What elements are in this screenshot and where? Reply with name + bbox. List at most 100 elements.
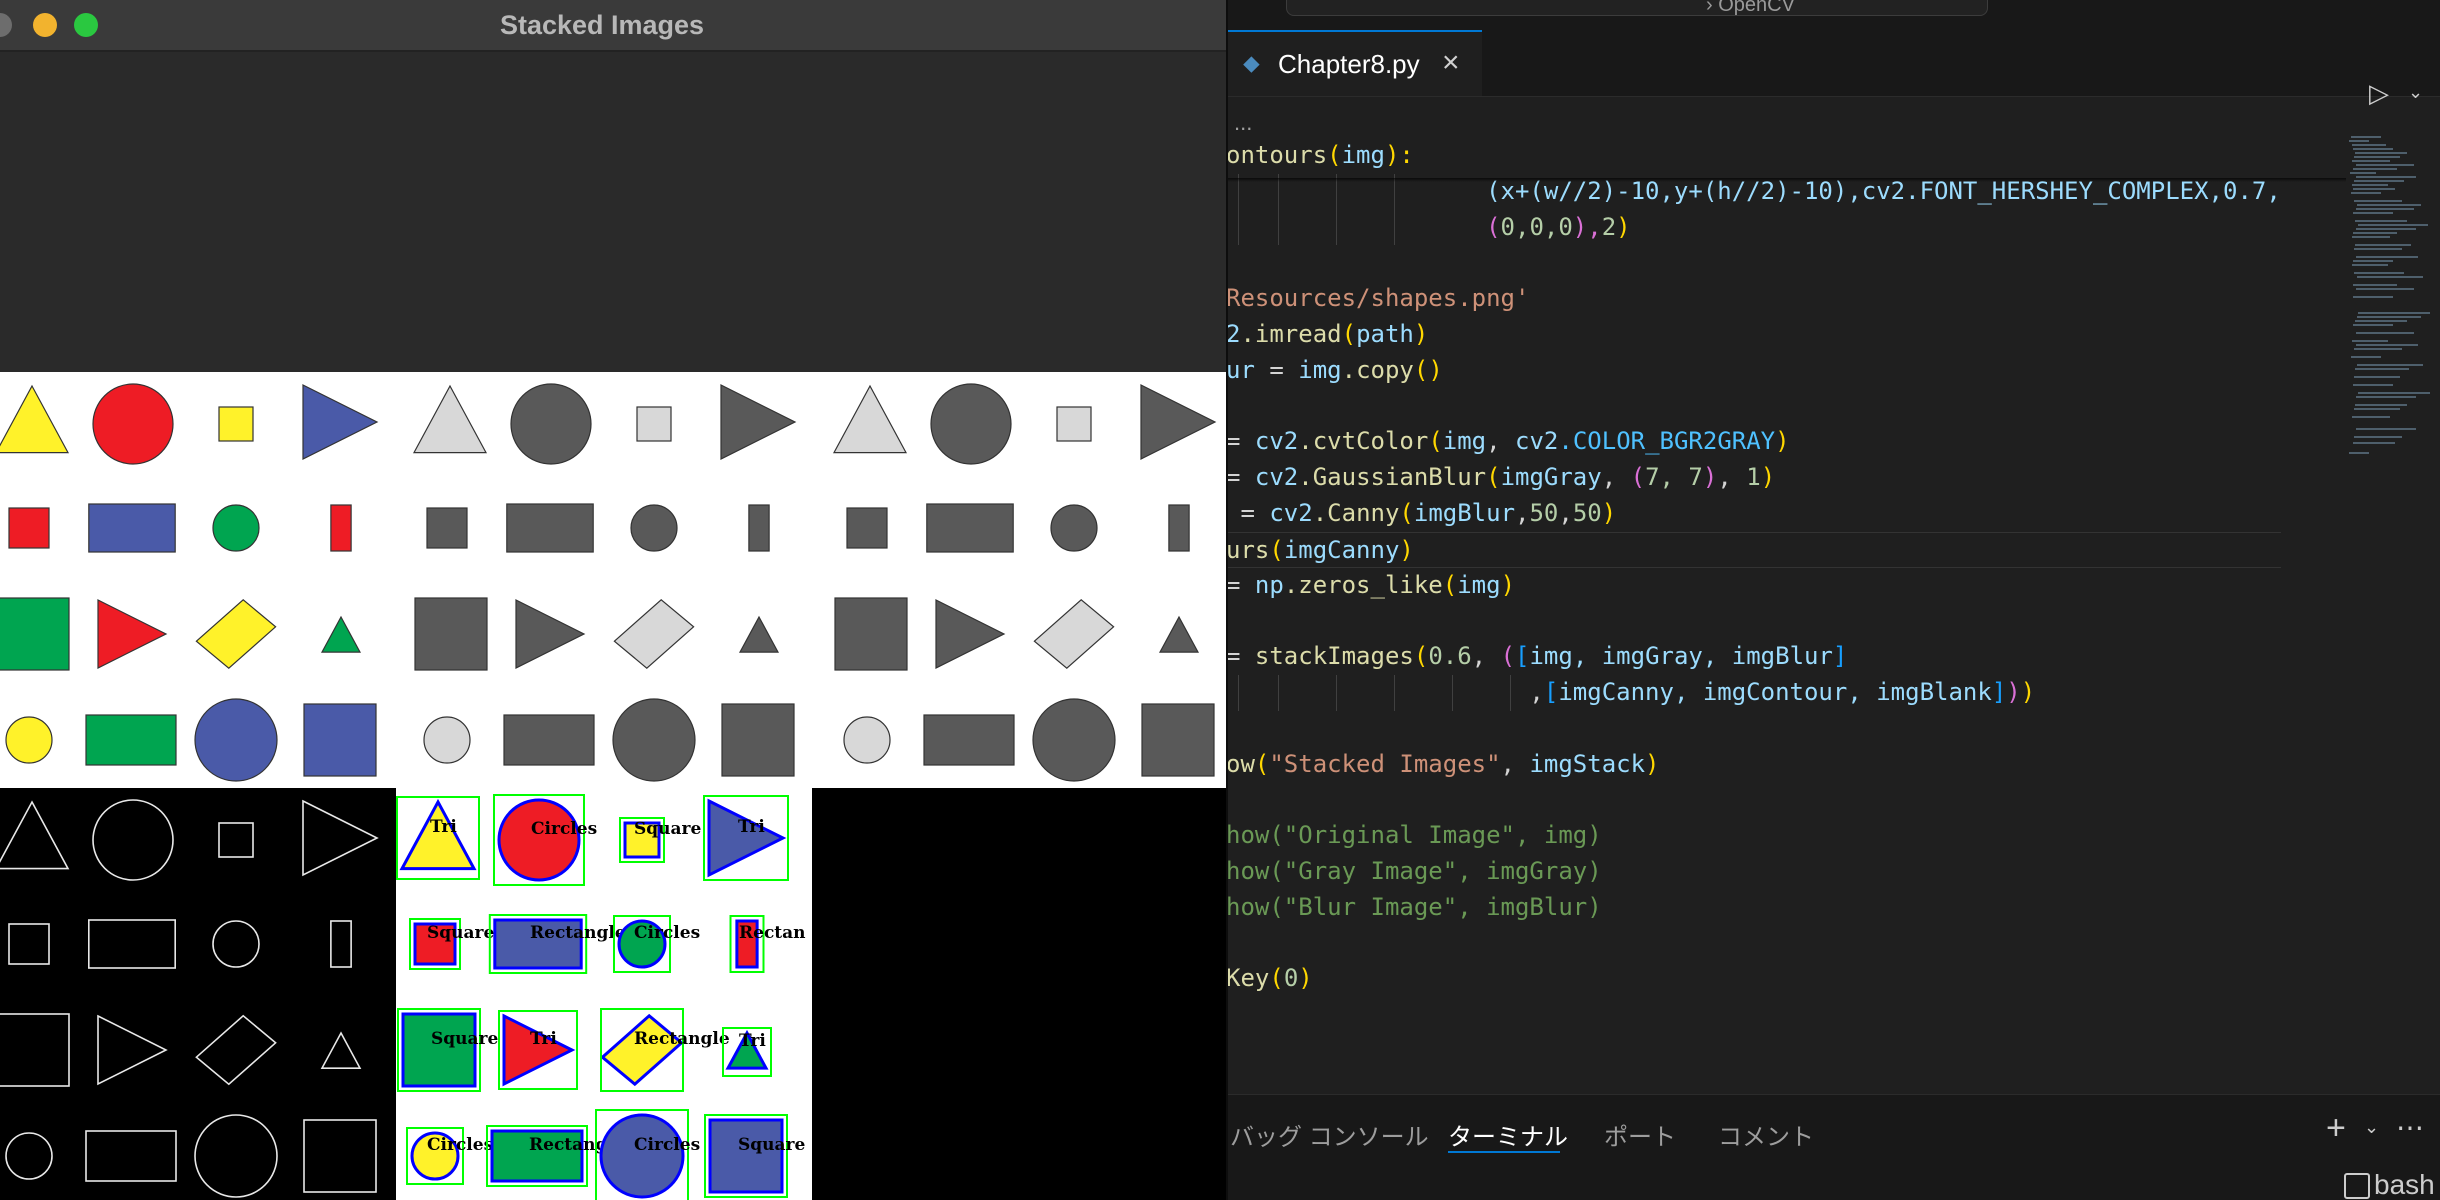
code-line[interactable]: = cv2.Canny(imgBlur,50,50) <box>1226 496 2281 532</box>
minimap-line <box>2355 152 2407 154</box>
code-token: ( <box>1413 642 1429 671</box>
code-token: ( <box>1327 141 1342 169</box>
minimap-line <box>2354 180 2404 182</box>
code-line[interactable] <box>1226 245 2281 281</box>
minimap[interactable] <box>2346 136 2440 616</box>
minimap-line <box>2350 172 2376 174</box>
minimap-line <box>2352 160 2390 162</box>
code-token: ( <box>1428 427 1443 456</box>
blank-image-panel <box>812 788 1226 1200</box>
tab-ports[interactable]: ポート <box>1604 1117 1676 1152</box>
code-line[interactable] <box>1226 711 2281 747</box>
chevron-down-icon[interactable]: ⌄ <box>2364 1117 2379 1138</box>
command-center-text: › OpenCV <box>1706 0 1795 16</box>
code-line[interactable]: (0,0,0),2) <box>1226 209 2281 246</box>
tab-debug-console[interactable]: バッグ コンソール <box>1230 1117 1429 1152</box>
code-token: ] <box>1832 642 1848 671</box>
color-shape <box>194 698 278 782</box>
code-line[interactable] <box>1226 389 2281 425</box>
code-area[interactable]: ontours(img): (x+(w//2)-10,y+(h//2)-10),… <box>1226 138 2281 997</box>
tab-terminal[interactable]: ターミナル <box>1448 1117 1568 1152</box>
minimap-line <box>2355 220 2407 222</box>
code-line[interactable]: = stackImages(0.6, ([img, imgGray, imgBl… <box>1226 639 2281 675</box>
run-icon[interactable]: ▷ <box>2369 78 2389 109</box>
close-icon[interactable]: × <box>1442 46 1460 80</box>
code-token: imgGray <box>1500 463 1602 492</box>
code-token: cv2 <box>1254 427 1299 456</box>
code-line[interactable]: ur = img.copy() <box>1226 353 2281 389</box>
code-token: Key <box>1226 964 1270 993</box>
code-token: cv2 <box>1254 463 1299 492</box>
minimap-line <box>2354 156 2400 158</box>
code-token: ) <box>1702 463 1718 492</box>
contour-label: Circles <box>634 1135 700 1155</box>
code-line[interactable]: Resources/shapes.png' <box>1226 281 2281 317</box>
color-shape <box>85 714 177 766</box>
code-token: .imread <box>1240 319 1342 348</box>
code-token: 0.6 <box>1428 642 1472 671</box>
minimap-line <box>2352 416 2390 418</box>
minimap-line <box>2353 384 2393 386</box>
tab-chapter8[interactable]: ⬥ Chapter8.py × <box>1226 30 1482 96</box>
gray-shape <box>748 504 770 552</box>
code-line[interactable] <box>1226 926 2281 962</box>
more-icon[interactable]: ⋯ <box>2396 1111 2424 1144</box>
minimap-line <box>2356 344 2418 346</box>
code-line[interactable]: ,[imgCanny, imgContour, imgBlank])) <box>1226 674 2281 711</box>
code-token: imgBlur <box>1413 498 1516 527</box>
breadcrumb[interactable]: ... <box>1234 110 1252 136</box>
minimap-line <box>2357 364 2423 366</box>
code-token: imgCanny, imgContour, imgBlank <box>1558 677 1992 706</box>
code-token: 2 <box>1601 212 1617 241</box>
minimap-line <box>2353 232 2397 234</box>
minimap-line <box>2352 144 2386 146</box>
terminal-label[interactable]: bash <box>2374 1169 2435 1200</box>
code-token: 0 <box>1283 964 1299 993</box>
code-token: .GaussianBlur <box>1298 463 1487 492</box>
color-shape <box>303 703 377 777</box>
minimap-line <box>2356 228 2416 230</box>
minimap-line <box>2355 404 2407 406</box>
code-line[interactable]: 2.imread(path) <box>1226 317 2281 353</box>
code-line[interactable]: Key(0) <box>1226 961 2281 997</box>
contour-label: Rectangle <box>530 923 626 943</box>
tab-comments[interactable]: コメント <box>1718 1117 1814 1152</box>
contour-shape <box>708 1118 784 1194</box>
minimap-line <box>2356 176 2416 178</box>
code-token: ), <box>1572 212 1602 241</box>
code-token: ( <box>1399 498 1414 527</box>
indent-guide <box>1238 209 1239 246</box>
minimap-line <box>2353 284 2397 286</box>
plus-icon[interactable]: + <box>2326 1109 2346 1148</box>
minimap-line <box>2355 320 2407 322</box>
code-token: 1 <box>1746 463 1761 492</box>
code-line[interactable]: how("Blur Image", imgBlur) <box>1226 890 2281 926</box>
window-title-bar[interactable]: Stacked Images <box>0 0 1226 52</box>
code-line[interactable]: ow("Stacked Images", imgStack) <box>1226 747 2281 783</box>
code-token: ) <box>1413 319 1429 348</box>
code-line[interactable]: ontours(img): <box>1226 138 2281 174</box>
code-line[interactable] <box>1226 782 2281 818</box>
gray-shape <box>1032 698 1116 782</box>
code-line[interactable]: how("Gray Image", imgGray) <box>1226 854 2281 890</box>
code-line[interactable]: = cv2.cvtColor(img, cv2.COLOR_BGR2GRAY) <box>1226 424 2281 460</box>
code-line[interactable]: = np.zeros_like(img) <box>1226 568 2281 604</box>
code-token: cv2 <box>1515 427 1559 456</box>
code-token: , <box>1515 498 1530 527</box>
code-token: , <box>1717 463 1747 492</box>
code-line[interactable]: urs(imgCanny) <box>1226 531 2281 568</box>
code-token: ( <box>1442 570 1458 599</box>
code-line[interactable] <box>1226 603 2281 639</box>
terminal-icon[interactable] <box>2344 1173 2370 1199</box>
minimap-line <box>2353 168 2397 170</box>
chevron-down-icon[interactable]: ⌄ <box>2408 82 2423 103</box>
indent-guide <box>1394 209 1395 246</box>
code-line[interactable]: how("Original Image", img) <box>1226 818 2281 854</box>
color-shape <box>218 406 254 442</box>
command-center[interactable] <box>1286 0 1988 16</box>
code-token: how("Original Image", img) <box>1226 821 1602 850</box>
code-line[interactable]: = cv2.GaussianBlur(imgGray, (7, 7), 1) <box>1226 460 2281 496</box>
active-tab-indicator <box>1448 1151 1560 1153</box>
minimap-line <box>2356 332 2414 334</box>
